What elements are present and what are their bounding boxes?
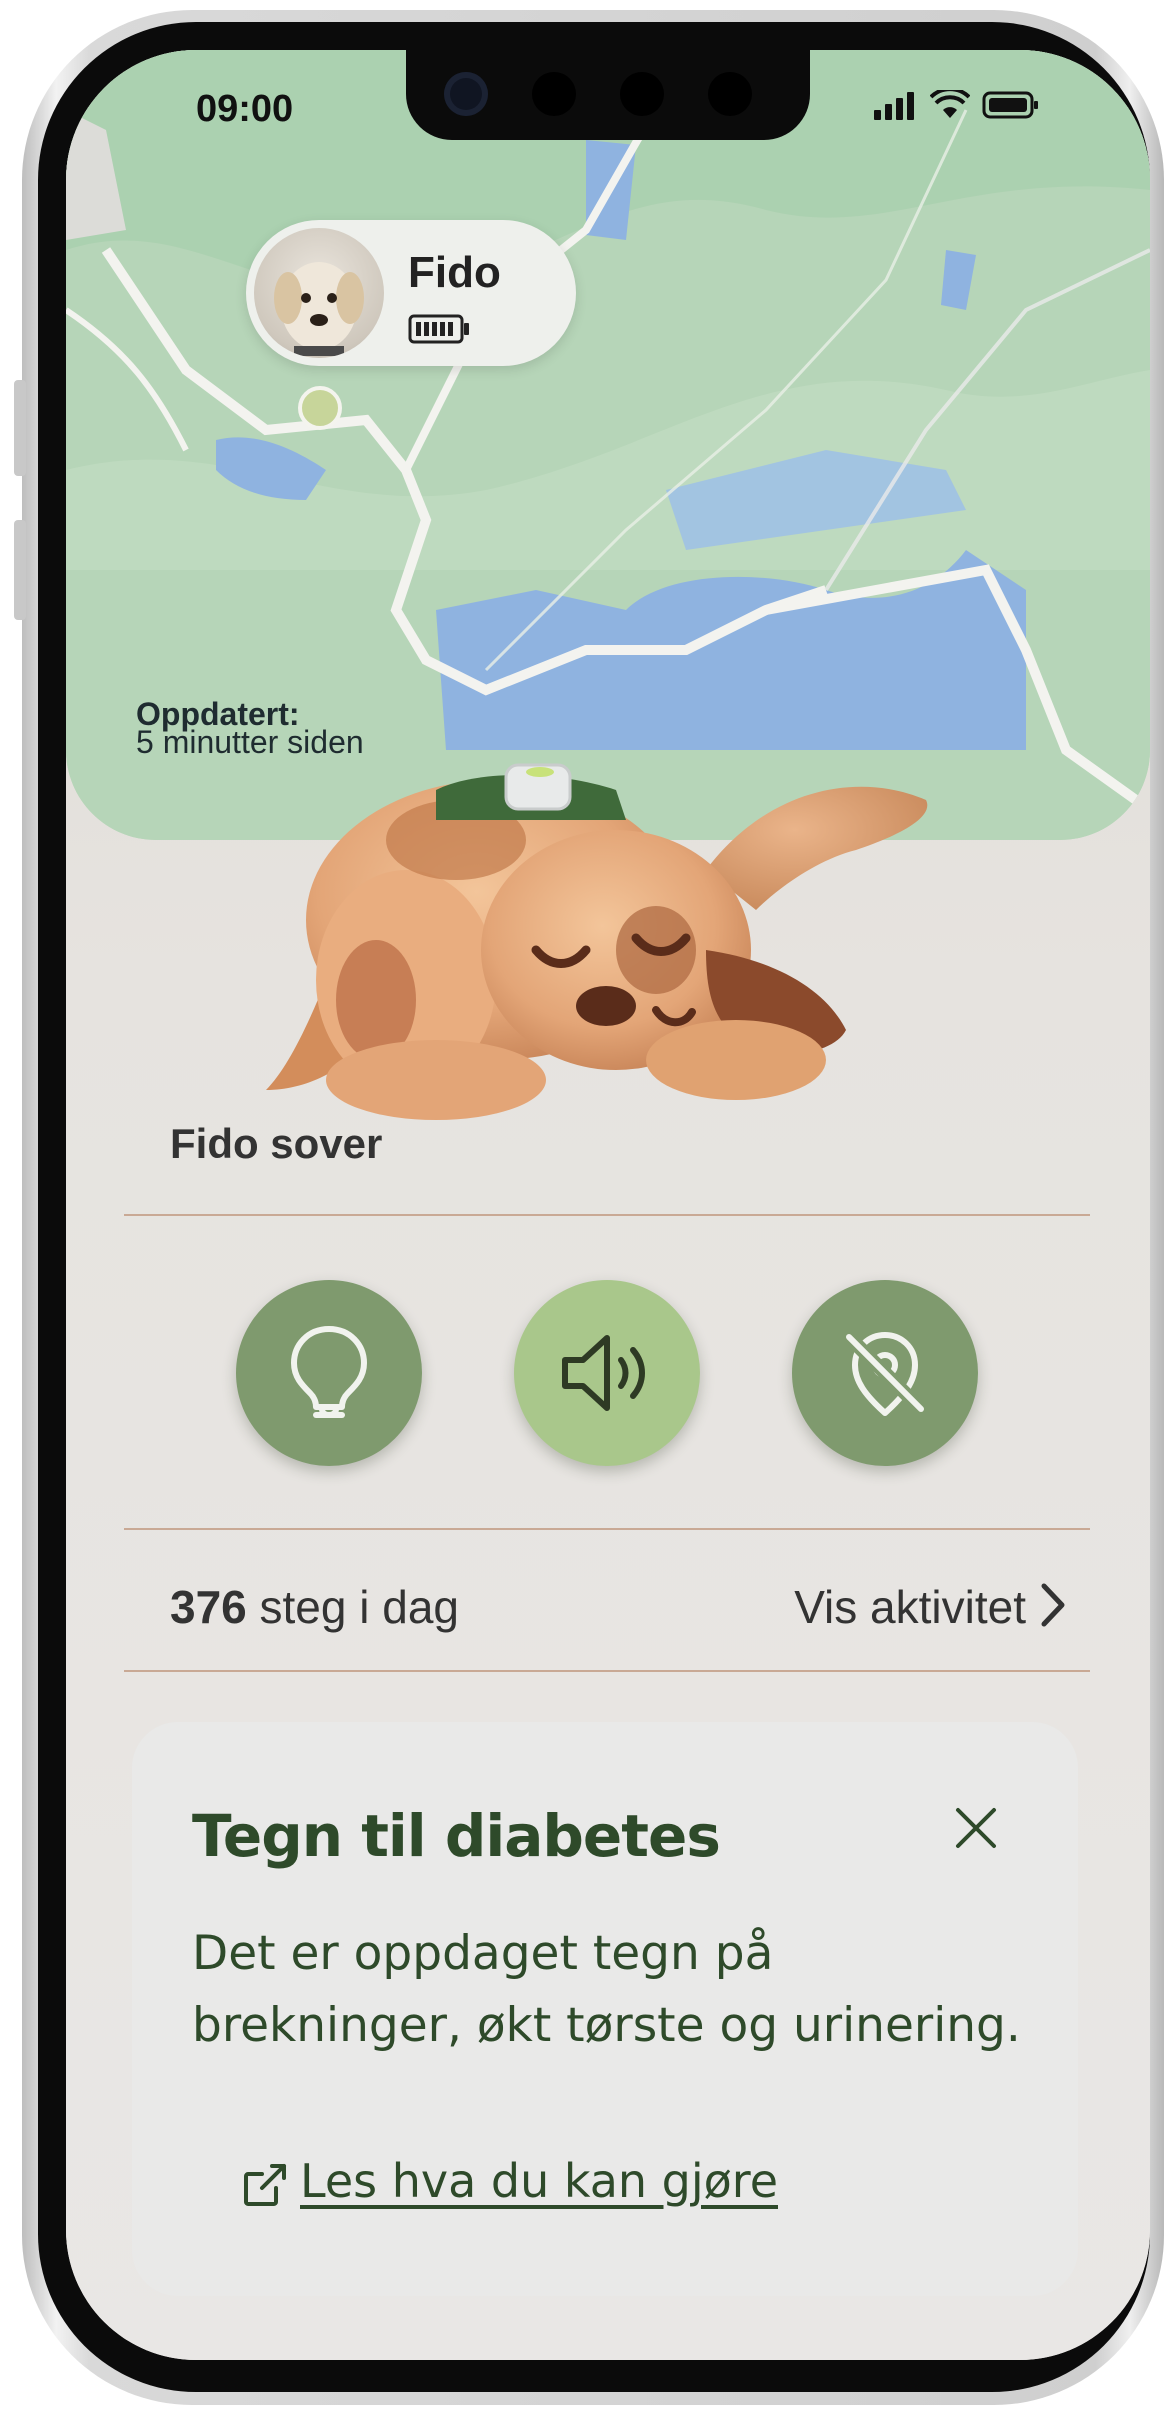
lightbulb-icon [291,1326,367,1418]
camera-notch [406,50,810,140]
sensor-dot [708,72,752,116]
location-map[interactable]: Fido Oppdatert: 5 minutter siden [66,50,1150,840]
view-activity-link[interactable]: Vis aktivitet [794,1580,1026,1634]
pet-avatar [254,228,384,358]
speaker-icon [562,1335,645,1411]
battery-status-icon [982,91,1038,119]
divider [124,1670,1090,1672]
alert-body: Det er oppdaget tegn på brekninger, økt … [192,1926,1021,2053]
pet-name: Fido [408,248,501,297]
side-button-volume-up [14,520,26,620]
side-button-silent [14,380,26,476]
location-pin [298,386,342,430]
read-more-link[interactable]: Les hva du kan gjøre [300,2154,778,2208]
screen: Fido Oppdatert: 5 minutter siden 09:00 F… [66,50,1150,2360]
alert-title: Tegn til diabetes [192,1802,721,1870]
step-count-suffix: steg i dag [246,1581,460,1633]
sensor-dot [532,72,576,116]
status-icons [872,90,1040,120]
tracking-off-button[interactable] [792,1280,978,1466]
sleeping-dog-illustration [236,730,956,1155]
step-count-value: 376 [170,1581,247,1633]
camera-lens [444,72,488,116]
divider [124,1528,1090,1530]
divider [124,1214,1090,1216]
step-count: 376 steg i dag [170,1580,459,1634]
status-time: 09:00 [196,88,294,130]
pet-badge[interactable]: Fido [246,220,576,366]
health-alert-card: Tegn til diabetes Det er oppdaget tegn p… [132,1722,1078,2296]
sensor-dot [620,72,664,116]
wifi-icon [930,90,970,118]
chevron-right-icon[interactable] [1038,1580,1068,1635]
close-icon[interactable] [954,1806,998,1855]
sound-button[interactable] [514,1280,700,1466]
external-link-icon[interactable] [242,2162,288,2213]
location-off-icon [844,1332,926,1416]
light-button[interactable] [236,1280,422,1466]
signal-icon [874,92,914,120]
